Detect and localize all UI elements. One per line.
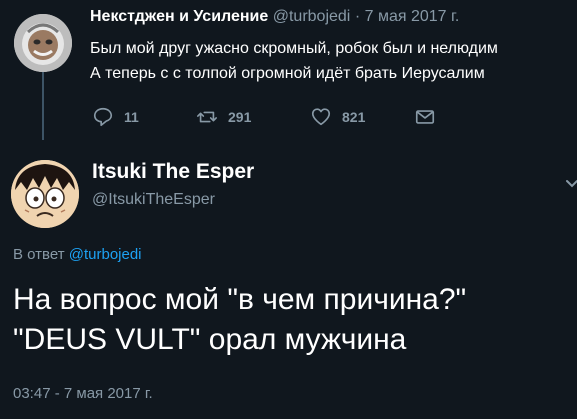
retweet-icon <box>197 111 217 123</box>
tweet-header: Некстджен и Усиление @turbojedi · 7 мая … <box>90 8 459 26</box>
dm-icon <box>415 110 435 124</box>
author-handle[interactable]: @ItsukiTheEsper <box>92 191 215 209</box>
tweet-text: Был мой друг ужасно скромный, робок был … <box>90 36 498 86</box>
tweet-actions: 11 291 821 <box>92 106 452 132</box>
tweet-text-line: На вопрос мой "в чем причина?" <box>13 283 467 316</box>
reply-icon <box>93 107 113 127</box>
avatar[interactable] <box>14 14 72 72</box>
tweet-text-line: "DEUS VULT" орал мужчина <box>13 323 407 356</box>
reply-count: 11 <box>124 109 139 125</box>
reply-button[interactable]: 11 <box>92 106 139 128</box>
tweet-text-line: А теперь с с толпой огромной идёт брать … <box>90 65 485 82</box>
author-name[interactable]: Некстджен и Усиление <box>90 8 268 25</box>
retweet-button[interactable]: 291 <box>196 106 251 128</box>
reply-prefix: В ответ <box>13 246 65 263</box>
avatar[interactable] <box>11 160 79 228</box>
like-button[interactable]: 821 <box>310 106 365 128</box>
avatar-image <box>14 14 72 72</box>
retweet-count: 291 <box>228 109 252 125</box>
reply-context: В ответ @turbojedi <box>13 246 142 263</box>
author-name[interactable]: Itsuki The Esper <box>92 160 254 184</box>
like-count: 821 <box>342 109 366 125</box>
reply-mention-link[interactable]: @turbojedi <box>69 246 142 263</box>
thread-connector-line <box>42 62 44 140</box>
tweet-timestamp[interactable]: 03:47 - 7 мая 2017 г. <box>13 385 153 402</box>
meta-separator: · <box>354 8 361 25</box>
direct-message-button[interactable] <box>414 106 446 128</box>
tweet-text: На вопрос мой "в чем причина?" "DEUS VUL… <box>13 280 466 360</box>
tweet-text-line: Был мой друг ужасно скромный, робок был … <box>90 40 498 57</box>
like-icon <box>311 108 331 126</box>
tweet-date[interactable]: 7 мая 2017 г. <box>365 8 460 25</box>
avatar-image <box>11 160 79 228</box>
chevron-down-icon[interactable] <box>566 176 577 192</box>
author-handle[interactable]: @turbojedi <box>273 8 351 25</box>
